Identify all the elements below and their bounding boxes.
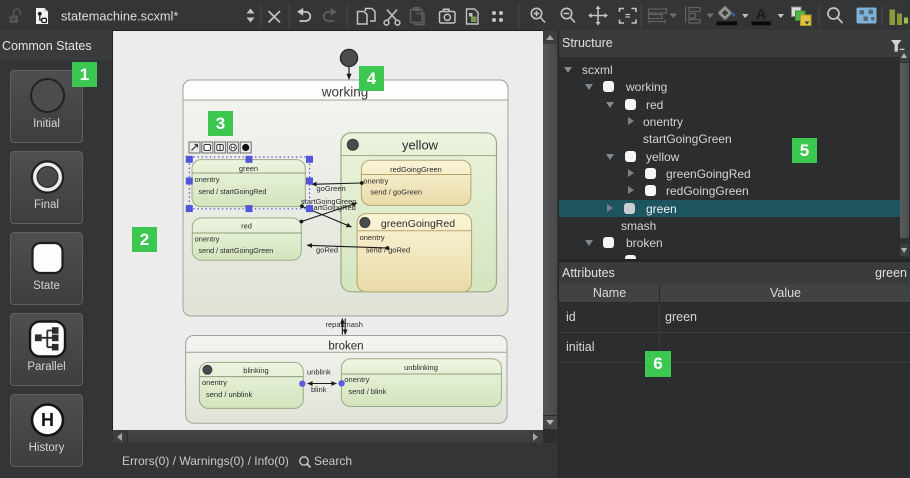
svg-text:goGreen: goGreen <box>317 184 346 193</box>
svg-text:onentry: onentry <box>195 235 220 244</box>
svg-text:greenGoingRed: greenGoingRed <box>381 218 455 230</box>
svg-text:send / startGoingGreen: send / startGoingGreen <box>199 246 274 255</box>
svg-text:H: H <box>41 410 54 430</box>
svg-text:onentry: onentry <box>202 378 227 387</box>
svg-text:startGoingRed: startGoingRed <box>308 203 356 212</box>
svg-text:send / unblink: send / unblink <box>206 390 253 399</box>
svg-text:blinking: blinking <box>243 366 268 375</box>
svg-text:blink: blink <box>311 385 327 394</box>
svg-text:send / startGoingRed: send / startGoingRed <box>199 187 267 196</box>
svg-text:onentry: onentry <box>363 177 388 186</box>
svg-text:onentry: onentry <box>360 233 385 242</box>
svg-text:send / blink: send / blink <box>348 387 386 396</box>
svg-text:statemachine.scxml*: statemachine.scxml* <box>61 9 178 24</box>
svg-text:broken: broken <box>328 341 363 353</box>
svg-text:goRed: goRed <box>316 245 338 254</box>
svg-text:unblinking: unblinking <box>404 363 438 372</box>
svg-text:onentry: onentry <box>195 175 220 184</box>
svg-text:yellow: yellow <box>402 138 439 153</box>
svg-text:A: A <box>756 6 767 23</box>
svg-text:redGoingGreen: redGoingGreen <box>390 165 442 174</box>
svg-text:green: green <box>239 164 258 173</box>
svg-text:send / goGreen: send / goGreen <box>370 188 422 197</box>
svg-text:red: red <box>241 222 252 231</box>
svg-text:unblink: unblink <box>307 368 331 377</box>
svg-text:onentry: onentry <box>344 375 369 384</box>
svg-text:smash: smash <box>341 320 363 329</box>
